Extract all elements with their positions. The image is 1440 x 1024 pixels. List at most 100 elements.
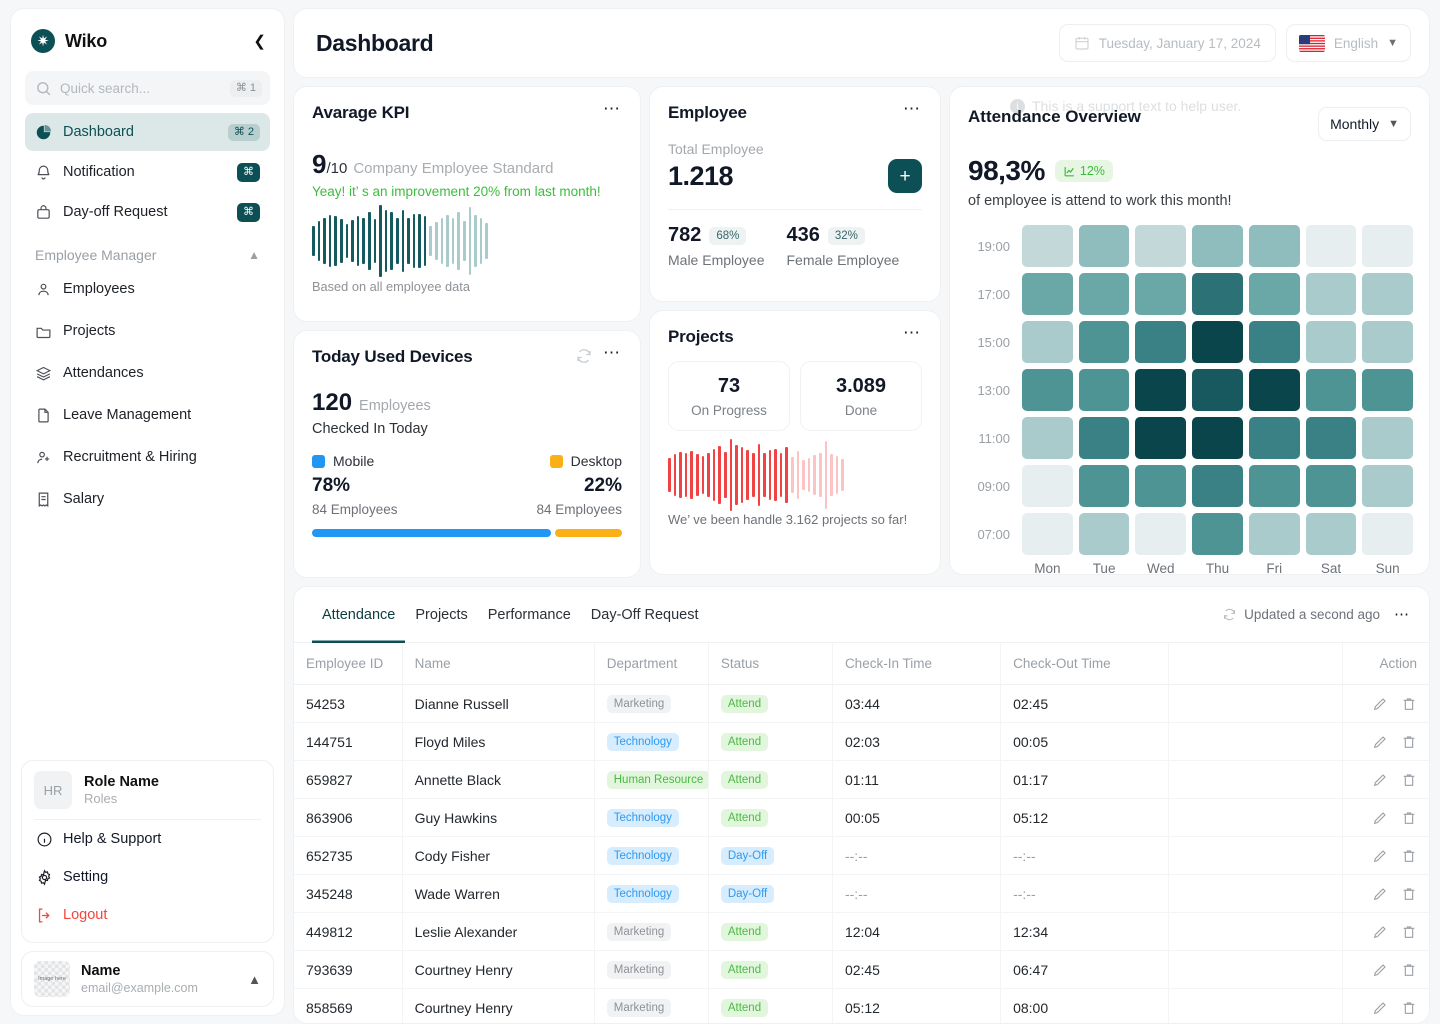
kpi-more-options-button[interactable]: ⋯ [603, 100, 622, 117]
heatmap-cell[interactable] [1248, 513, 1300, 555]
projects-more-options-button[interactable]: ⋯ [903, 324, 922, 341]
section-employee-manager[interactable]: Employee Manager ▲ [11, 233, 284, 269]
delete-icon[interactable] [1401, 924, 1417, 940]
heatmap-cell[interactable] [1248, 225, 1300, 267]
heatmap-cell[interactable] [1362, 225, 1414, 267]
heatmap-cell[interactable] [1362, 513, 1414, 555]
table-row[interactable]: 793639 Courtney Henry Marketing Attend 02:45… [294, 950, 1429, 989]
table-more-options-button[interactable]: ⋯ [1394, 607, 1411, 622]
heatmap-cell[interactable] [1022, 273, 1073, 315]
heatmap-cell[interactable] [1248, 369, 1300, 411]
search-input[interactable]: Quick search... ⌘ 1 [25, 71, 270, 105]
role-row[interactable]: HR Role Name Roles [34, 771, 261, 820]
heatmap-cell[interactable] [1192, 465, 1243, 507]
heatmap-cell[interactable] [1078, 513, 1130, 555]
heatmap-cell[interactable] [1248, 465, 1300, 507]
edit-icon[interactable] [1372, 1000, 1388, 1016]
add-employee-button[interactable]: + [888, 159, 922, 193]
delete-icon[interactable] [1401, 734, 1417, 750]
heatmap-cell[interactable] [1022, 225, 1073, 267]
edit-icon[interactable] [1372, 848, 1388, 864]
sidebar-item-projects[interactable]: Projects [25, 311, 270, 351]
table-row[interactable]: 144751 Floyd Miles Technology Attend 02:03 00… [294, 722, 1429, 761]
delete-icon[interactable] [1401, 1000, 1417, 1016]
heatmap-cell[interactable] [1192, 513, 1243, 555]
tab-attendance[interactable]: Attendance [312, 587, 405, 643]
sidebar-item-attendances[interactable]: Attendances [25, 353, 270, 393]
edit-icon[interactable] [1372, 734, 1388, 750]
heatmap-cell[interactable] [1248, 273, 1300, 315]
delete-icon[interactable] [1401, 810, 1417, 826]
edit-icon[interactable] [1372, 886, 1388, 902]
employee-more-options-button[interactable]: ⋯ [903, 100, 922, 117]
heatmap-cell[interactable] [1078, 369, 1130, 411]
refresh-icon[interactable] [575, 347, 593, 365]
edit-icon[interactable] [1372, 772, 1388, 788]
edit-icon[interactable] [1372, 696, 1388, 712]
table-row[interactable]: 858569 Courtney Henry Marketing Attend 05:12… [294, 988, 1429, 1023]
sidebar-item-employees[interactable]: Employees [25, 269, 270, 309]
heatmap-cell[interactable] [1135, 369, 1187, 411]
table-row[interactable]: 659827 Annette Black Human Resource Attend 0… [294, 760, 1429, 799]
heatmap-cell[interactable] [1362, 417, 1414, 459]
delete-icon[interactable] [1401, 962, 1417, 978]
heatmap-cell[interactable] [1135, 513, 1187, 555]
table-row[interactable]: 652735 Cody Fisher Technology Day-Off --:-- -… [294, 836, 1429, 875]
heatmap-cell[interactable] [1305, 225, 1357, 267]
sidebar-item-salary[interactable]: Salary [25, 479, 270, 519]
heatmap-cell[interactable] [1305, 417, 1357, 459]
heatmap-cell[interactable] [1135, 273, 1187, 315]
sidebar-item-leave-management[interactable]: Leave Management [25, 395, 270, 435]
heatmap-cell[interactable] [1305, 321, 1357, 363]
heatmap-cell[interactable] [1305, 513, 1357, 555]
heatmap-cell[interactable] [1135, 321, 1187, 363]
heatmap-cell[interactable] [1362, 273, 1414, 315]
heatmap-cell[interactable] [1078, 417, 1130, 459]
heatmap-cell[interactable] [1248, 417, 1300, 459]
sidebar-item-recruitment-hiring[interactable]: Recruitment & Hiring [25, 437, 270, 477]
heatmap-cell[interactable] [1362, 369, 1414, 411]
heatmap-cell[interactable] [1192, 273, 1243, 315]
heatmap-cell[interactable] [1078, 225, 1130, 267]
heatmap-cell[interactable] [1022, 417, 1073, 459]
delete-icon[interactable] [1401, 696, 1417, 712]
tab-projects[interactable]: Projects [405, 587, 477, 643]
heatmap-cell[interactable] [1078, 321, 1130, 363]
table-row[interactable]: 449812 Leslie Alexander Marketing Attend 12:… [294, 912, 1429, 951]
heatmap-cell[interactable] [1135, 465, 1187, 507]
heatmap-cell[interactable] [1022, 513, 1073, 555]
heatmap-cell[interactable] [1078, 273, 1130, 315]
table-row[interactable]: 54253 Dianne Russell Marketing Attend 03:44 0… [294, 684, 1429, 723]
setting-item[interactable]: Setting [34, 858, 261, 896]
heatmap-cell[interactable] [1078, 465, 1130, 507]
tab-day-off-request[interactable]: Day-Off Request [581, 587, 709, 643]
heatmap-cell[interactable] [1305, 273, 1357, 315]
heatmap-cell[interactable] [1362, 321, 1414, 363]
period-selector[interactable]: Monthly ▼ [1318, 107, 1411, 141]
devices-more-options-button[interactable]: ⋯ [603, 344, 622, 361]
heatmap-cell[interactable] [1022, 369, 1073, 411]
tab-performance[interactable]: Performance [478, 587, 581, 643]
heatmap-cell[interactable] [1362, 465, 1414, 507]
language-selector[interactable]: English ▼ [1285, 24, 1411, 62]
delete-icon[interactable] [1401, 848, 1417, 864]
table-row[interactable]: 345248 Wade Warren Technology Day-Off --:-- -… [294, 874, 1429, 913]
heatmap-cell[interactable] [1192, 369, 1243, 411]
collapse-sidebar-button[interactable]: ❮ [253, 34, 266, 49]
sidebar-item-dashboard[interactable]: Dashboard ⌘ 2 [25, 113, 270, 151]
sidebar-item-dayoff-request[interactable]: Day-off Request ⌘ [25, 193, 270, 231]
heatmap-cell[interactable] [1022, 465, 1073, 507]
heatmap-cell[interactable] [1248, 321, 1300, 363]
heatmap-cell[interactable] [1305, 465, 1357, 507]
heatmap-cell[interactable] [1135, 417, 1187, 459]
table-row[interactable]: 863906 Guy Hawkins Technology Attend 00:05 05… [294, 798, 1429, 837]
edit-icon[interactable] [1372, 924, 1388, 940]
delete-icon[interactable] [1401, 772, 1417, 788]
chevron-up-icon[interactable]: ▲ [248, 972, 261, 987]
date-picker[interactable]: Tuesday, January 17, 2024 [1058, 24, 1276, 62]
heatmap-cell[interactable] [1022, 321, 1073, 363]
heatmap-cell[interactable] [1305, 369, 1357, 411]
heatmap-cell[interactable] [1192, 417, 1243, 459]
delete-icon[interactable] [1401, 886, 1417, 902]
logout-item[interactable]: Logout [34, 896, 261, 934]
